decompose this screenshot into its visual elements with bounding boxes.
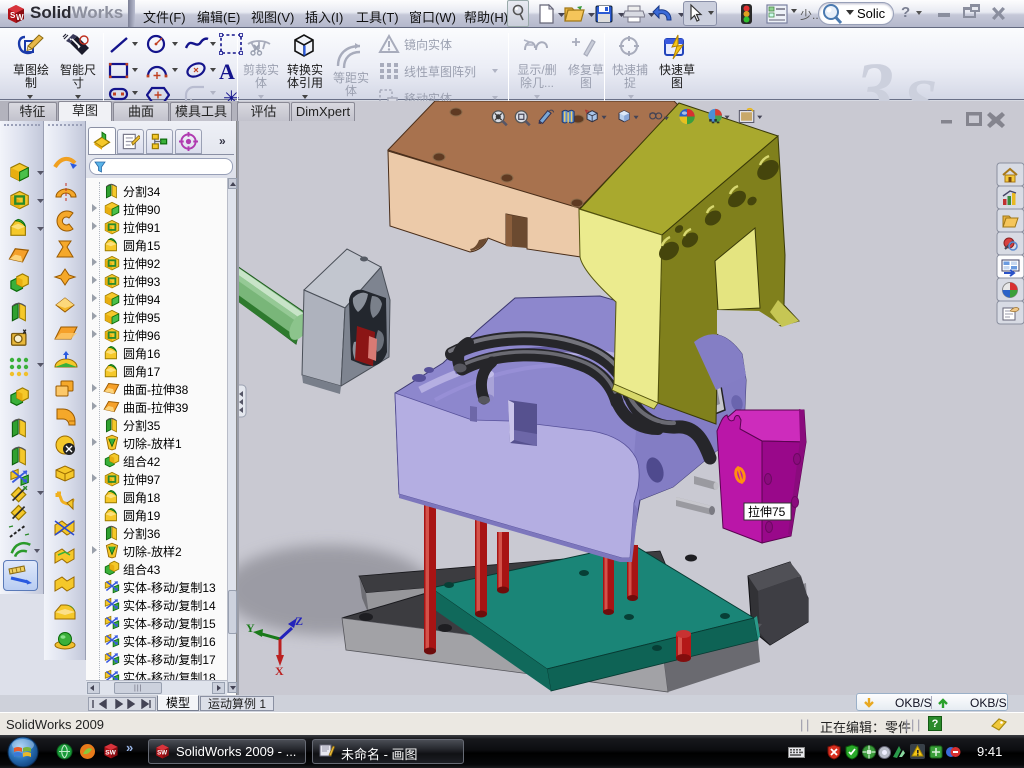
- svg-text:X: X: [275, 664, 284, 678]
- svg-text:Z: Z: [295, 614, 303, 628]
- svg-text:W: W: [16, 13, 24, 22]
- svg-text:Y: Y: [246, 621, 255, 635]
- svg-text:SW: SW: [105, 749, 116, 756]
- svg-text:拉伸75: 拉伸75: [748, 504, 786, 519]
- svg-text:SW: SW: [157, 750, 167, 757]
